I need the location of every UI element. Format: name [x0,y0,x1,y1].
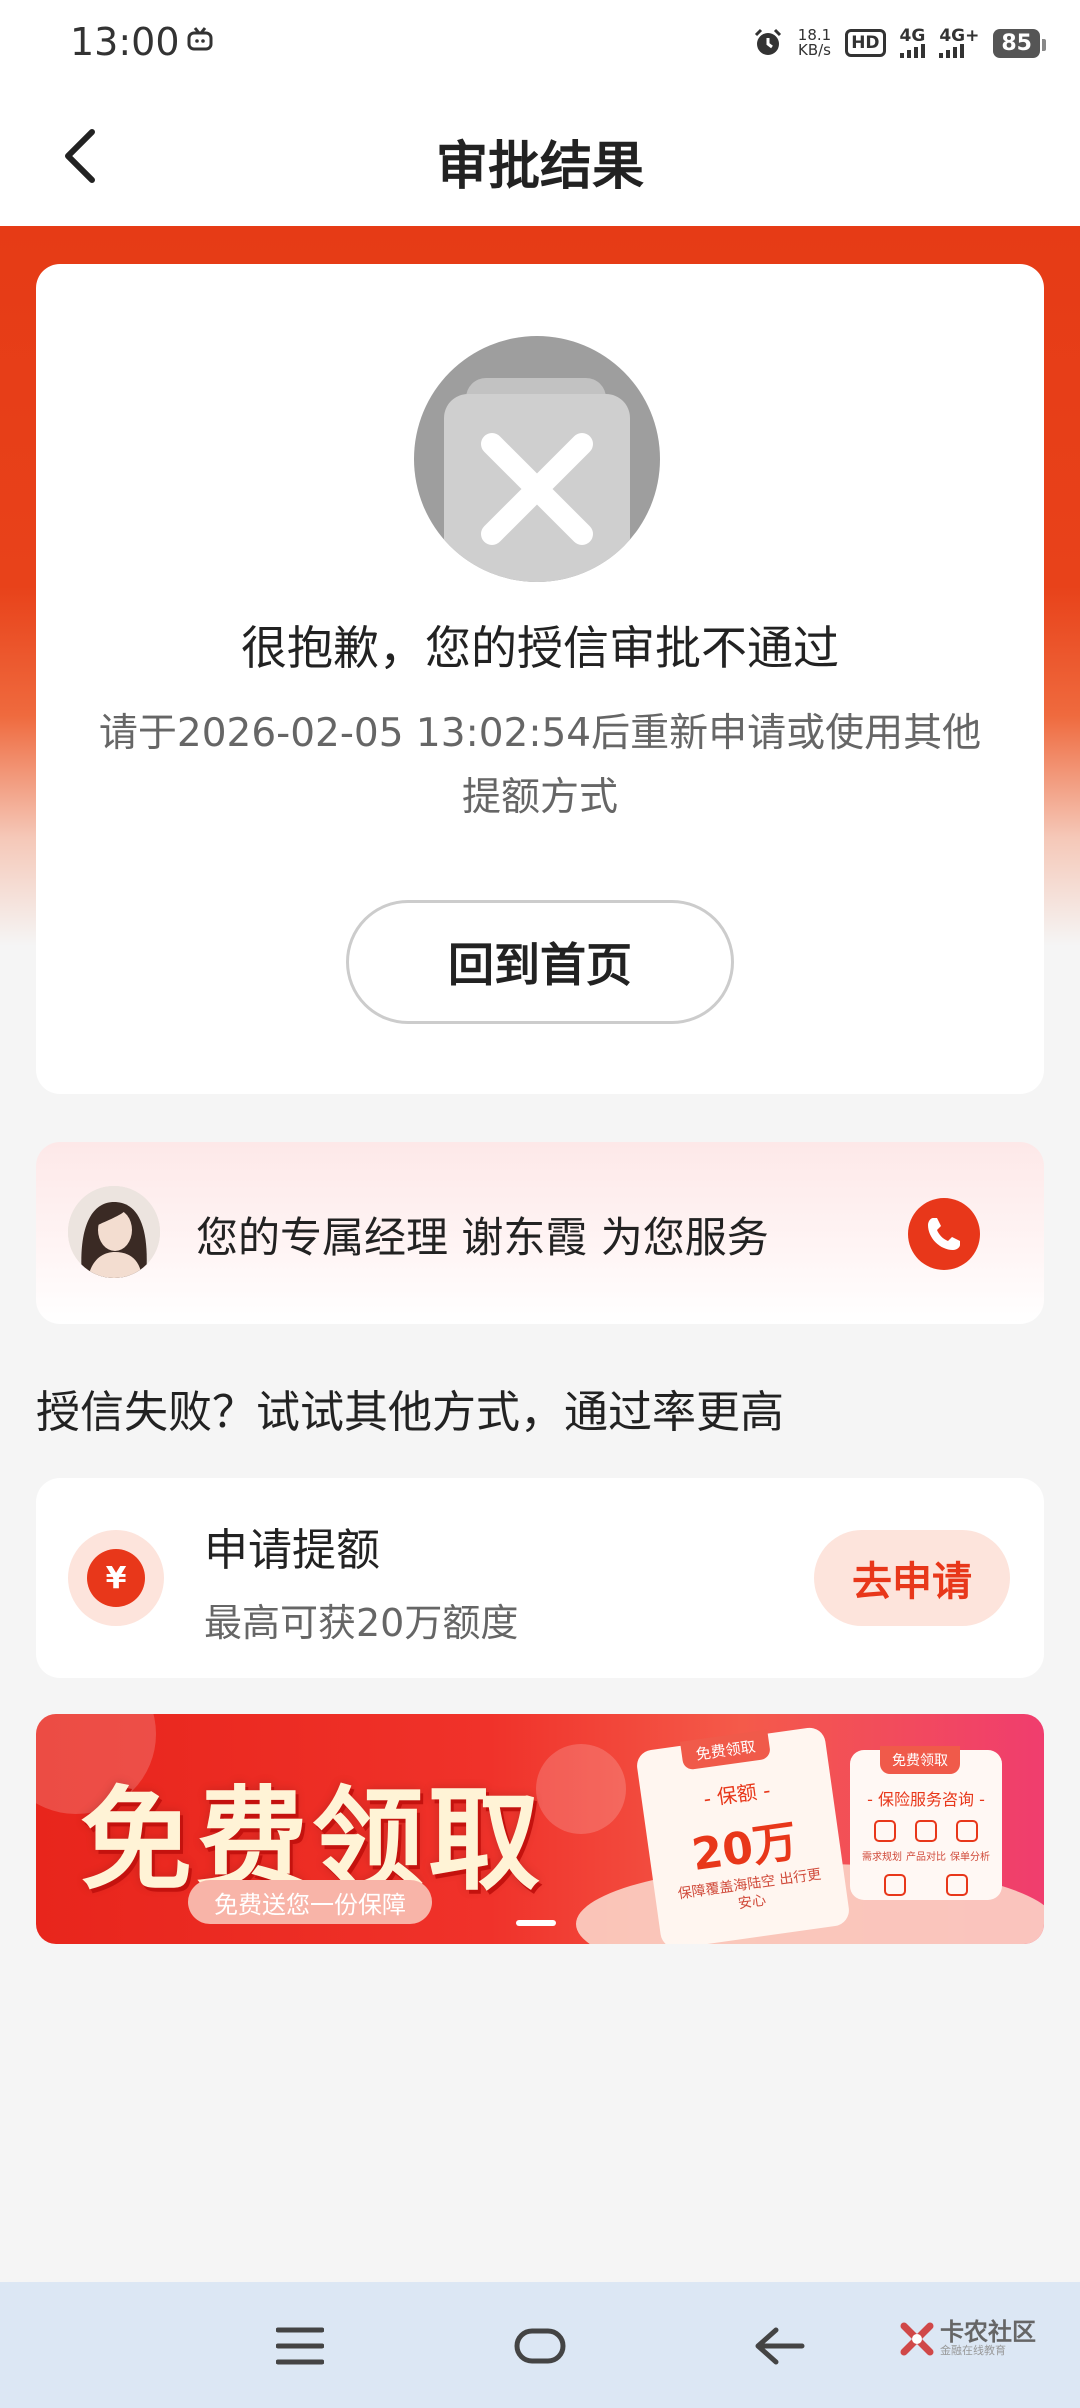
coverage-card: 免费领取 - 保额 - 20万 保障覆盖海陆空 出行更安心 [635,1725,851,1944]
caption-compare: 产品对比 [906,1852,946,1863]
consult-card: 免费领取 - 保险服务咨询 - 需求规划 产品对比 保单分析 [850,1746,1002,1900]
phone-icon [928,1218,960,1250]
menu-button[interactable] [268,2314,332,2378]
result-title: 很抱歉，您的授信审批不通过 [241,621,839,675]
apply-button[interactable]: 去申请 [814,1530,1010,1626]
status-bar: 13:00 18.1 KB/s HD 4G 4G+ 85 [0,0,1080,86]
carousel-indicator [516,1920,556,1926]
status-time: 13:00 [70,20,180,64]
policy-icon [956,1820,979,1842]
close-icon [481,433,593,545]
doc-icon [884,1874,906,1896]
section-title: 授信失败？试试其他方式，通过率更高 [36,1387,784,1438]
signal-bars-icon [899,43,925,58]
system-back-button[interactable] [748,2314,812,2378]
back-arrow-icon [755,2327,805,2365]
caption-plan: 需求规划 [862,1852,902,1863]
home-icon [514,2328,566,2364]
watermark-tagline: 金融在线教育 [940,2344,1006,2357]
fail-icon [414,336,660,582]
coverage-tag: 免费领取 [680,1729,772,1771]
coin-symbol: ¥ [105,1560,127,1596]
signal-bars-icon [939,43,965,58]
result-card: 很抱歉，您的授信审批不通过 请于2026-02-05 13:02:54后重新申请… [36,264,1044,1094]
yuan-coin-icon: ¥ [68,1530,164,1626]
caption-policy: 保单分析 [950,1852,990,1863]
avatar[interactable] [68,1186,160,1278]
watermark: 卡农社区 金融在线教育 [900,2320,1036,2358]
banner-decoration [536,1744,626,1834]
plan-icon [873,1820,896,1842]
banner-pill: 免费送您一份保障 [188,1880,432,1924]
home-button[interactable] [508,2314,572,2378]
page-title: 审批结果 [435,137,644,197]
system-nav-bar: 卡农社区 金融在线教育 [0,2282,1080,2408]
signal-4g-plus: 4G+ [939,25,980,58]
promo-banner[interactable]: 免费领取 免费送您一份保障 免费领取 - 保额 - 20万 保障覆盖海陆空 出行… [36,1714,1044,1944]
watermark-text: 卡农社区 金融在线教育 [940,2320,1036,2358]
nav-bar: 审批结果 [0,86,1080,226]
hd-badge: HD [845,29,886,57]
manager-card: 您的专属经理 谢东霞 为您服务 [36,1142,1044,1324]
signal-4g: 4G [899,25,926,58]
back-home-button[interactable]: 回到首页 [346,900,734,1024]
consult-captions: 需求规划 产品对比 保单分析 [860,1848,992,1863]
coin: ¥ [87,1549,145,1607]
battery-icon: 85 [993,28,1046,58]
offer-subtitle: 最高可获20万额度 [204,1601,519,1645]
call-button[interactable] [908,1198,980,1270]
net-speed: 18.1 KB/s [798,28,831,58]
offer-title: 申请提额 [204,1525,380,1576]
result-description: 请于2026-02-05 13:02:54后重新申请或使用其他提额方式 [98,711,982,820]
consult-icons-row [864,1820,988,1842]
menu-icon [276,2327,324,2365]
kanong-logo-icon [900,2322,934,2356]
offer-card[interactable]: ¥ 申请提额 最高可获20万额度 去申请 [36,1478,1044,1678]
service-icon [946,1874,968,1896]
avatar-image [68,1186,160,1278]
alarm-icon [754,28,781,55]
net2-label: 4G+ [939,25,980,46]
consult-label: - 保险服务咨询 - [867,1790,985,1809]
watermark-name: 卡农社区 [940,2318,1036,2346]
status-icons: 18.1 KB/s HD 4G 4G+ 85 [752,20,1046,66]
consult-tag: 免费领取 [880,1746,960,1774]
compare-icon [914,1820,937,1842]
manager-text: 您的专属经理 谢东霞 为您服务 [196,1213,769,1262]
tv-icon [187,27,213,51]
net-speed-unit: KB/s [798,41,831,59]
consult-icons-row2 [864,1874,988,1896]
net1-label: 4G [899,25,926,46]
